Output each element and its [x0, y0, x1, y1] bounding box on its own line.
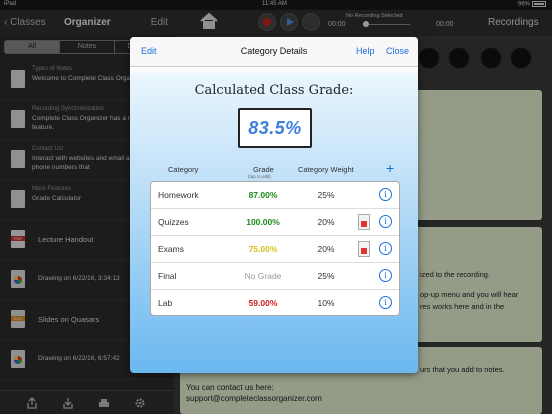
calculated-grade-title: Calculated Class Grade:	[194, 83, 354, 98]
modal-title: Category Details	[240, 46, 308, 56]
info-icon[interactable]: i	[379, 188, 392, 201]
column-header-grade-hint: (tap to edit)	[248, 174, 271, 179]
category-name: Exams	[158, 244, 184, 254]
info-icon[interactable]: i	[379, 269, 392, 282]
table-row[interactable]: Homework 87.00% 25% i	[151, 182, 399, 209]
category-grade[interactable]: No Grade	[225, 271, 301, 281]
category-grade[interactable]: 87.00%	[225, 190, 301, 200]
category-weight: 20%	[317, 217, 335, 227]
category-table: Homework 87.00% 25% i Quizzes 100.00% 20% i Exam…	[150, 181, 400, 316]
table-row[interactable]: Quizzes 100.00% 20% i	[151, 209, 399, 236]
table-row[interactable]: Final No Grade 25% i	[151, 263, 399, 290]
category-grade[interactable]: 100.00%	[225, 217, 301, 227]
category-name: Homework	[158, 190, 199, 200]
category-weight: 25%	[317, 190, 335, 200]
category-grade[interactable]: 75.00%	[225, 244, 301, 254]
info-icon[interactable]: i	[379, 296, 392, 309]
category-weight: 20%	[317, 244, 335, 254]
help-button[interactable]: Help	[356, 46, 375, 56]
info-icon[interactable]: i	[379, 242, 392, 255]
class-grade-display: 83.5%	[238, 108, 312, 148]
table-row[interactable]: Lab 59.00% 10% i	[151, 290, 399, 315]
category-name: Final	[158, 271, 177, 281]
column-header-category: Category	[168, 165, 199, 174]
modal-header: Edit Category Details Help Close	[130, 37, 418, 67]
attachment-icon[interactable]	[358, 241, 370, 257]
table-row[interactable]: Exams 75.00% 20% i	[151, 236, 399, 263]
category-name: Lab	[158, 298, 173, 308]
attachment-icon[interactable]	[358, 214, 370, 230]
category-weight: 10%	[317, 298, 335, 308]
close-button[interactable]: Close	[386, 46, 409, 56]
add-category-button[interactable]: +	[386, 161, 394, 175]
info-icon[interactable]: i	[379, 215, 392, 228]
column-header-weight: Category Weight	[298, 165, 354, 174]
category-name: Quizzes	[158, 217, 189, 227]
column-header-grade: Grade	[253, 165, 274, 174]
category-weight: 25%	[317, 271, 335, 281]
category-grade[interactable]: 59.00%	[225, 298, 301, 308]
category-details-modal: Edit Category Details Help Close Calcula…	[130, 37, 418, 373]
